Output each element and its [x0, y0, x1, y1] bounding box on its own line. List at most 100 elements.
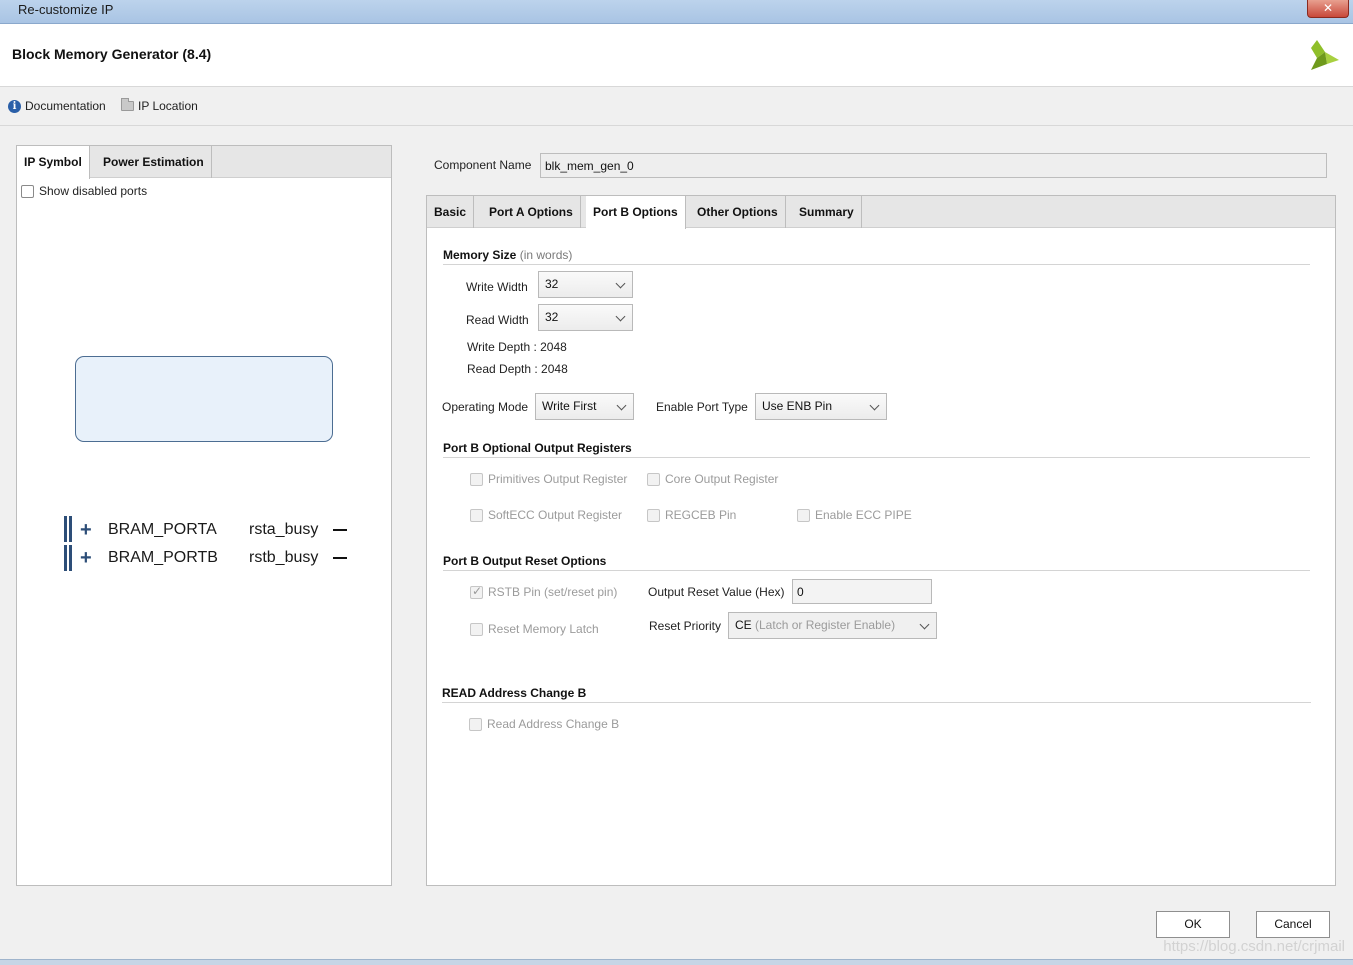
output-reset-value-label: Output Reset Value (Hex)	[648, 585, 785, 599]
tab-summary[interactable]: Summary	[792, 196, 862, 228]
reset-priority-select[interactable]: CE (Latch or Register Enable)	[728, 612, 937, 639]
ip-location-link[interactable]: IP Location	[121, 98, 198, 113]
memory-size-title: Memory Size	[443, 248, 517, 262]
watermark-text: https://blog.csdn.net/crjmail	[1163, 938, 1345, 955]
enable-port-type-label: Enable Port Type	[656, 400, 748, 414]
primitives-output-register-checkbox[interactable]: Primitives Output Register	[470, 472, 627, 486]
window-titlebar: Re-customize IP ✕	[0, 0, 1353, 24]
operating-mode-value: Write First	[542, 399, 597, 413]
checkbox-box[interactable]	[647, 508, 660, 522]
reset-options-heading: Port B Output Reset Options	[443, 554, 607, 568]
chevron-down-icon	[919, 619, 930, 630]
regceb-pin-checkbox[interactable]: REGCEB Pin	[647, 508, 736, 522]
documentation-label: Documentation	[25, 99, 106, 113]
rstb-pin-label: RSTB Pin (set/reset pin)	[488, 585, 618, 599]
ip-symbol-block	[75, 356, 333, 442]
enable-ecc-pipe-label: Enable ECC PIPE	[815, 508, 912, 522]
tab-basic[interactable]: Basic	[427, 196, 475, 228]
section-divider	[443, 570, 1310, 571]
left-tab-bar: IP Symbol Power Estimation	[17, 146, 391, 179]
checkbox-box[interactable]	[21, 184, 34, 198]
ok-button[interactable]: OK	[1156, 911, 1230, 938]
read-width-label: Read Width	[466, 313, 529, 327]
checkbox-box[interactable]	[470, 508, 483, 522]
operating-mode-label: Operating Mode	[442, 400, 529, 414]
enable-port-type-select[interactable]: Use ENB Pin	[755, 393, 887, 420]
section-divider	[443, 457, 1310, 458]
memory-size-subtitle: (in words)	[519, 248, 573, 262]
address-change-heading: READ Address Change B	[442, 686, 587, 700]
output-pin-icon	[333, 529, 347, 531]
show-disabled-ports-checkbox[interactable]: Show disabled ports	[21, 184, 147, 198]
chevron-down-icon	[869, 400, 880, 411]
core-output-register-label: Core Output Register	[665, 472, 779, 486]
window-title: Re-customize IP	[18, 2, 114, 17]
operating-mode-select[interactable]: Write First	[535, 393, 634, 420]
ip-symbol-panel: IP Symbol Power Estimation Show disabled…	[16, 145, 392, 886]
xilinx-logo-icon	[1311, 40, 1339, 70]
regceb-pin-label: REGCEB Pin	[665, 508, 737, 522]
tab-other-options[interactable]: Other Options	[690, 196, 786, 228]
checkbox-box[interactable]	[470, 622, 483, 636]
write-depth-text: Write Depth : 2048	[467, 340, 567, 354]
output-pin-icon	[333, 557, 347, 559]
write-width-value: 32	[545, 277, 559, 291]
info-icon: i	[8, 99, 21, 113]
folder-icon	[121, 98, 134, 111]
checkbox-box[interactable]	[647, 472, 660, 486]
primitives-output-register-label: Primitives Output Register	[488, 472, 628, 486]
expand-portb-icon[interactable]: +	[80, 548, 92, 568]
page-title: Block Memory Generator (8.4)	[12, 46, 212, 62]
memory-size-heading: Memory Size (in words)	[443, 248, 572, 262]
checkbox-box[interactable]	[470, 472, 483, 486]
tab-port-b-options[interactable]: Port B Options	[586, 196, 686, 229]
port-b-label: BRAM_PORTB	[108, 549, 218, 566]
section-divider	[443, 264, 1310, 265]
chevron-down-icon	[615, 311, 626, 322]
expand-porta-icon[interactable]: +	[80, 520, 92, 540]
rstb-pin-checkbox[interactable]: RSTB Pin (set/reset pin)	[470, 584, 618, 599]
enable-port-type-value: Use ENB Pin	[762, 399, 833, 413]
optional-registers-heading: Port B Optional Output Registers	[443, 441, 632, 455]
component-name-input[interactable]: blk_mem_gen_0	[540, 153, 1327, 178]
softecc-output-register-checkbox[interactable]: SoftECC Output Register	[470, 508, 622, 522]
tab-power-estimation[interactable]: Power Estimation	[96, 146, 212, 178]
component-name-label: Component Name	[434, 158, 532, 172]
checkbox-box[interactable]	[469, 717, 482, 731]
bus-bar-icon	[64, 545, 67, 571]
options-panel: Basic Port A Options Port B Options Othe…	[426, 195, 1336, 886]
ip-location-label: IP Location	[138, 99, 198, 113]
reset-priority-hint: (Latch or Register Enable)	[755, 618, 896, 632]
show-disabled-ports-label: Show disabled ports	[39, 184, 148, 198]
bottom-strip	[0, 959, 1353, 965]
core-output-register-checkbox[interactable]: Core Output Register	[647, 472, 778, 486]
enable-ecc-pipe-checkbox[interactable]: Enable ECC PIPE	[797, 508, 912, 522]
checkbox-box[interactable]	[470, 584, 483, 599]
read-depth-text: Read Depth : 2048	[467, 362, 568, 376]
output-reset-value-input[interactable]: 0	[792, 579, 932, 604]
rsta-busy-label: rsta_busy	[249, 521, 319, 538]
checkbox-box[interactable]	[797, 508, 810, 522]
chevron-down-icon	[616, 400, 627, 411]
cancel-button[interactable]: Cancel	[1256, 911, 1330, 938]
close-button[interactable]: ✕	[1307, 0, 1349, 18]
rstb-busy-label: rstb_busy	[249, 549, 319, 566]
bus-bar-icon	[69, 516, 72, 542]
port-a-label: BRAM_PORTA	[108, 521, 217, 538]
documentation-link[interactable]: i Documentation	[8, 99, 106, 113]
dialog-header: Block Memory Generator (8.4)	[0, 24, 1353, 87]
reset-memory-latch-label: Reset Memory Latch	[488, 622, 599, 636]
tab-port-a-options[interactable]: Port A Options	[482, 196, 581, 228]
bus-bar-icon	[64, 516, 67, 542]
read-width-select[interactable]: 32	[538, 304, 633, 331]
write-width-label: Write Width	[466, 280, 528, 294]
tab-ip-symbol[interactable]: IP Symbol	[17, 146, 90, 179]
link-bar: i Documentation IP Location	[0, 88, 1353, 126]
reset-memory-latch-checkbox[interactable]: Reset Memory Latch	[470, 622, 599, 636]
read-address-change-checkbox[interactable]: Read Address Change B	[469, 717, 619, 731]
options-tab-bar: Basic Port A Options Port B Options Othe…	[427, 196, 1335, 229]
write-width-select[interactable]: 32	[538, 271, 633, 298]
reset-priority-label: Reset Priority	[649, 619, 722, 633]
bus-bar-icon	[69, 545, 72, 571]
chevron-down-icon	[615, 278, 626, 289]
